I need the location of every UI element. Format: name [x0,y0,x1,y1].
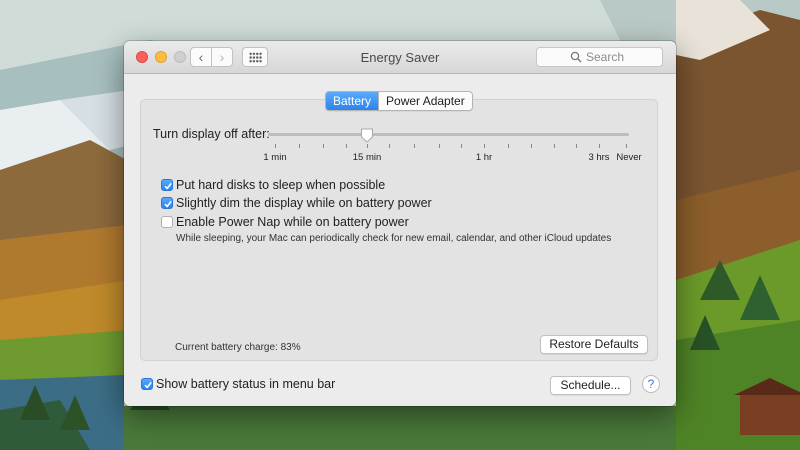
slider-tick [389,144,390,148]
show-status-label[interactable]: Show battery status in menu bar [156,377,335,391]
title-bar: ‹ › Energy Saver [124,41,676,74]
slider-tick [299,144,300,148]
search-icon [570,51,582,63]
slider-tick [414,144,415,148]
slider-tick [484,144,485,148]
tick-label: 1 min [263,152,287,163]
tick-label: 15 min [352,152,382,163]
slider-tick [346,144,347,148]
help-button[interactable]: ? [642,375,660,393]
slider-tick [531,144,532,148]
slider-tick [599,144,600,148]
tab-battery[interactable]: Battery [326,92,379,110]
checkmark-icon [144,381,152,389]
schedule-button[interactable]: Schedule... [550,376,631,395]
tab-bar: Battery Power Adapter [325,91,473,111]
search-input[interactable] [586,50,658,64]
slider-tick [461,144,462,148]
slider-tick [439,144,440,148]
tab-power-adapter[interactable]: Power Adapter [378,92,472,110]
slider-thumb[interactable] [360,128,374,143]
dim-display-label[interactable]: Slightly dim the display while on batter… [176,196,432,210]
slider-tick [367,144,368,148]
display-off-label: Turn display off after: [153,127,270,141]
hard-disk-sleep-checkbox[interactable] [161,179,173,191]
search-field[interactable] [536,47,663,67]
power-nap-description: While sleeping, your Mac can periodicall… [176,233,612,244]
tick-label: 3 hrs [588,152,610,163]
slider-tick [576,144,577,148]
restore-defaults-button[interactable]: Restore Defaults [540,335,648,354]
show-status-checkbox[interactable] [141,378,153,390]
dim-display-checkbox[interactable] [161,197,173,209]
hard-disk-sleep-label[interactable]: Put hard disks to sleep when possible [176,178,385,192]
tick-label: Never [616,152,642,163]
slider-tick [626,144,627,148]
checkmark-icon [164,200,172,208]
display-sleep-slider[interactable] [268,133,629,136]
battery-charge-status: Current battery charge: 83% [175,342,301,353]
power-nap-checkbox[interactable] [161,216,173,228]
tick-label: 1 hr [475,152,493,163]
slider-tick [323,144,324,148]
slider-tick [554,144,555,148]
slider-tick [275,144,276,148]
power-nap-label[interactable]: Enable Power Nap while on battery power [176,215,409,229]
checkmark-icon [164,182,172,190]
slider-tick [508,144,509,148]
energy-saver-window: ‹ › Energy Saver Battery Power Adapter T… [124,41,676,406]
